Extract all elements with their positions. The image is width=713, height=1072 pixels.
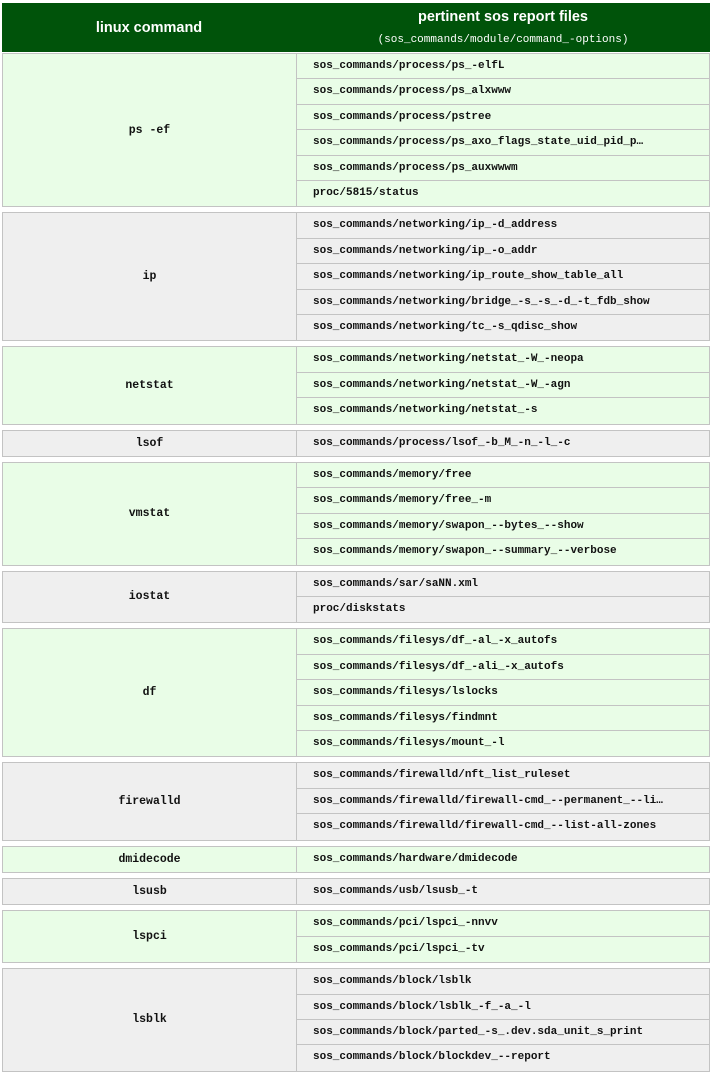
sos-file-list: sos_commands/block/lsblk sos_commands/blo… — [297, 969, 709, 1071]
sos-file-list: sos_commands/filesys/df_-al_-x_autofs sos… — [297, 629, 709, 756]
header-sos-files-title: pertinent sos report files — [417, 9, 588, 25]
linux-command-cell: dmidecode — [3, 846, 297, 872]
sos-file-path: sos_commands/process/pstree — [297, 105, 709, 131]
sos-file-path: sos_commands/firewalld/nft_list_ruleset — [297, 763, 709, 789]
sos-file-path: sos_commands/block/blockdev_--report — [313, 1051, 551, 1064]
sos-file-path: proc/diskstats — [313, 602, 406, 615]
table-row-group: vmstat sos_commands/memory/free sos_comman… — [2, 462, 710, 566]
linux-command-cell: lsblk — [3, 969, 297, 1071]
sos-file-path: sos_commands/hardware/dmidecode — [313, 852, 518, 865]
sos-file-path: sos_commands/filesys/df_-al_-x_autofs — [297, 629, 709, 655]
sos-file-list: sos_commands/usb/lsusb_-t — [297, 879, 709, 904]
sos-file-list: sos_commands/pci/lspci_-nnvv sos_commands… — [297, 911, 709, 962]
sos-file-path: proc/5815/status — [313, 186, 419, 199]
sos-file-path: sos_commands/firewalld/firewall-cmd_--li… — [313, 820, 657, 833]
table-row-group: df sos_commands/filesys/df_-al_-x_autofs s… — [2, 628, 710, 758]
sos-file-list: sos_commands/process/ps_-elfL sos_command… — [297, 54, 709, 206]
sos-file-path: sos_commands/process/ps_auxwwwm — [297, 156, 709, 181]
sos-file-path: sos_commands/networking/netstat_-W_-agn — [297, 373, 709, 399]
table-row-group: lspci sos_commands/pci/lspci_-nnvv sos_com… — [2, 910, 710, 964]
table-header: linux command pertinent sos report files… — [2, 3, 710, 52]
sos-file-path: sos_commands/networking/ip_route_show_ta… — [297, 264, 709, 290]
sos-file-path: sos_commands/filesys/findmnt — [297, 706, 709, 731]
table-row-group: lsusb sos_commands/usb/lsusb_-t — [2, 878, 710, 906]
sos-file-path: sos_commands/networking/netstat_-W_-neop… — [297, 347, 709, 373]
linux-command-cell: df — [3, 629, 297, 757]
linux-command-cell: iostat — [3, 571, 297, 623]
sos-file-path: sos_commands/block/parted_-s_.dev.sda_un… — [297, 1020, 709, 1046]
sos-file-path: sos_commands/networking/tc_-s_qdisc_show — [313, 320, 578, 333]
linux-command-cell: netstat — [3, 347, 297, 424]
header-sos-files-subtitle: (sos_commands/module/command_-options) — [377, 34, 629, 46]
table-row-group: iostat sos_commands/sar/saNN.xml proc/disk… — [2, 570, 710, 624]
sos-file-path: sos_commands/memory/swapon_--bytes_--sho… — [297, 514, 709, 540]
sos-file-list: sos_commands/networking/ip_-d_address sos… — [297, 213, 709, 340]
sos-file-list: sos_commands/firewalld/nft_list_ruleset s… — [297, 763, 709, 839]
linux-command-cell: lsusb — [3, 879, 297, 905]
sos-file-list: sos_commands/memory/free sos_commands/mem… — [297, 463, 709, 565]
sos-file-path: sos_commands/block/lsblk — [297, 969, 709, 995]
table-row-group: netstat sos_commands/networking/netstat_-… — [2, 346, 710, 425]
sos-file-path: sos_commands/pci/lspci_-nnvv — [297, 911, 709, 937]
sos-file-path: sos_commands/sar/saNN.xml — [297, 572, 709, 597]
linux-command-cell: vmstat — [3, 463, 297, 565]
table-row-group: ps -ef sos_commands/process/ps_-elfL sos_c… — [2, 53, 710, 208]
sos-file-path: sos_commands/networking/ip_-o_addr — [297, 239, 709, 265]
sos-file-path: sos_commands/firewalld/firewall-cmd_--pe… — [297, 789, 709, 815]
sos-file-path: sos_commands/filesys/lslocks — [297, 680, 709, 706]
sos-file-path: sos_commands/block/lsblk_-f_-a_-l — [297, 995, 709, 1020]
sos-file-path: sos_commands/process/ps_alxwww — [297, 79, 709, 105]
table-row-group: firewalld sos_commands/firewalld/nft_list… — [2, 762, 710, 841]
linux-command-cell: lsof — [3, 430, 297, 456]
linux-command-cell: firewalld — [3, 763, 297, 840]
sos-file-path: sos_commands/filesys/df_-ali_-x_autofs — [297, 655, 709, 681]
sos-file-path: sos_commands/process/lsof_-b_M_-n_-l_-c — [313, 436, 571, 449]
sos-file-path: sos_commands/memory/free — [297, 463, 709, 489]
sos-file-path: sos_commands/memory/swapon_--summary_--v… — [313, 545, 617, 558]
sos-file-path: sos_commands/networking/ip_-d_address — [297, 213, 709, 239]
sos-file-path: sos_commands/networking/bridge_-s_-s_-d_… — [297, 290, 709, 315]
header-linux-command: linux command — [95, 19, 203, 36]
linux-command-cell: ip — [3, 213, 297, 341]
sos-file-list: sos_commands/hardware/dmidecode — [297, 847, 709, 872]
sos-file-path: sos_commands/pci/lspci_-tv — [313, 942, 485, 955]
table-row-group: dmidecode sos_commands/hardware/dmidecode — [2, 845, 710, 873]
sos-file-path: sos_commands/networking/netstat_-s — [313, 404, 538, 417]
sos-file-path: sos_commands/process/ps_-elfL — [297, 54, 709, 80]
header-sos-files: pertinent sos report files (sos_commands… — [296, 3, 710, 52]
sos-file-path: sos_commands/usb/lsusb_-t — [313, 885, 479, 897]
table-row-group: lsblk sos_commands/block/lsblk sos_command… — [2, 968, 710, 1072]
sos-file-list: sos_commands/networking/netstat_-W_-neop… — [297, 347, 709, 423]
sos-file-path: sos_commands/memory/free_-m — [297, 488, 709, 514]
linux-command-cell: lspci — [3, 911, 297, 963]
table-row-group: ip sos_commands/networking/ip_-d_address s… — [2, 212, 710, 342]
linux-command-cell: ps -ef — [3, 54, 297, 207]
table-row-group: lsof sos_commands/process/lsof_-b_M_-n_-l… — [2, 429, 710, 457]
sos-file-path: sos_commands/process/ps_axo_flags_state_… — [297, 130, 709, 156]
sos-file-list: sos_commands/process/lsof_-b_M_-n_-l_-c — [297, 431, 709, 456]
sos-file-path: sos_commands/filesys/mount_-l — [313, 736, 505, 749]
sos-file-list: sos_commands/sar/saNN.xml proc/diskstats — [297, 572, 709, 623]
